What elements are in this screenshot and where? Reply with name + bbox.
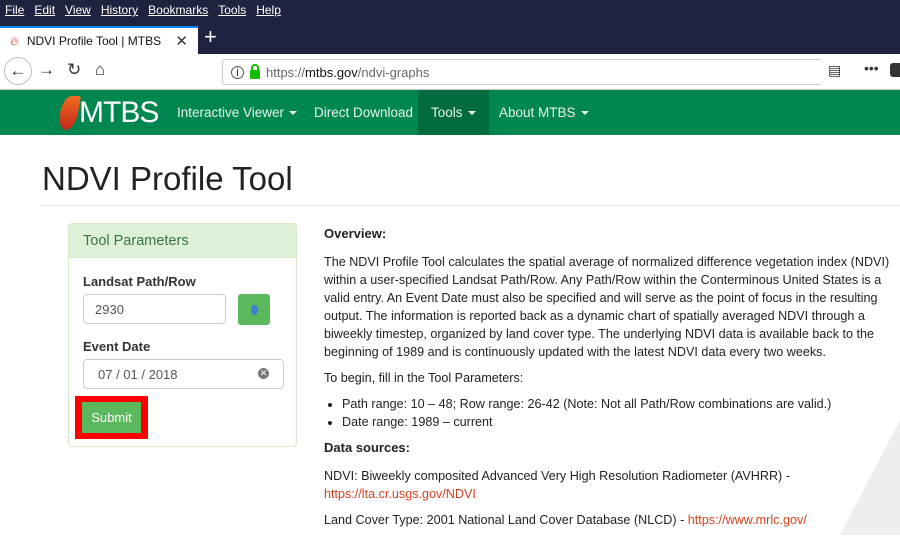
caret-down-icon xyxy=(467,111,476,116)
reload-button[interactable]: ↻ xyxy=(67,60,81,80)
address-bar[interactable]: i https://mtbs.gov/ndvi-graphs xyxy=(222,59,822,85)
path-row-input[interactable]: 2930 xyxy=(83,294,226,324)
tab-title: NDVI Profile Tool | MTBS xyxy=(26,34,162,48)
list-item: Path range: 10 – 48; Row range: 26-42 (N… xyxy=(342,395,899,413)
submit-button[interactable]: Submit xyxy=(82,402,141,433)
more-icon[interactable]: ••• xyxy=(864,60,879,76)
page-title: NDVI Profile Tool xyxy=(42,160,293,197)
close-tab-icon[interactable]: ✕ xyxy=(175,32,188,50)
logo-text: MTBS xyxy=(79,96,159,129)
event-date-label: Event Date xyxy=(83,339,151,354)
clear-icon[interactable]: ✕ xyxy=(258,368,269,379)
map-pin-icon xyxy=(250,304,258,315)
menu-bookmarks[interactable]: Bookmarks xyxy=(148,3,208,17)
nav-label: Interactive Viewer xyxy=(177,105,285,120)
path-row-label: Landsat Path/Row xyxy=(83,274,196,289)
info-icon[interactable]: i xyxy=(231,65,244,79)
date-value: 07 / 01 / 2018 xyxy=(98,367,178,382)
nav-about-mtbs[interactable]: About MTBS xyxy=(486,90,602,135)
nav-toolbar: ← → ↻ ⌂ i https://mtbs.gov/ndvi-graphs ▤… xyxy=(0,54,900,90)
ndvi-source-text: NDVI: Biweekly composited Advanced Very … xyxy=(324,469,790,483)
nlcd-link[interactable]: https://www.mrlc.gov/ xyxy=(688,513,807,527)
site-navbar: MTBS Interactive Viewer Direct Download … xyxy=(0,90,900,135)
flame-icon xyxy=(57,96,81,130)
event-date-input[interactable]: 07 / 01 / 2018 ✕ xyxy=(83,359,284,389)
panel-title: Tool Parameters xyxy=(69,224,296,258)
nav-label: Direct Download xyxy=(314,105,414,120)
ndvi-link[interactable]: https://lta.cr.usgs.gov/NDVI xyxy=(324,487,476,501)
caret-down-icon xyxy=(580,111,589,116)
caret-down-icon xyxy=(289,111,298,116)
menu-edit[interactable]: Edit xyxy=(34,3,55,17)
nav-label: About MTBS xyxy=(499,105,576,120)
begin-text: To begin, fill in the Tool Parameters: xyxy=(324,371,524,385)
pocket-icon[interactable] xyxy=(890,63,900,77)
new-tab-button[interactable]: + xyxy=(204,24,217,50)
browser-tab[interactable]: 🔥︎ NDVI Profile Tool | MTBS ✕ xyxy=(0,26,198,54)
favicon-icon: 🔥︎ xyxy=(10,33,19,48)
parameter-list: Path range: 10 – 48; Row range: 26-42 (N… xyxy=(342,395,899,431)
forward-button[interactable]: → xyxy=(38,60,55,80)
reader-view-icon[interactable]: ▤ xyxy=(828,62,841,79)
menu-view[interactable]: View xyxy=(65,3,91,17)
tool-parameters-panel: Tool Parameters Landsat Path/Row 2930 Ev… xyxy=(68,223,297,447)
back-button[interactable]: ← xyxy=(4,57,32,85)
overview-text: The NDVI Profile Tool calculates the spa… xyxy=(324,255,890,359)
home-button[interactable]: ⌂ xyxy=(95,60,105,80)
mtbs-logo[interactable]: MTBS xyxy=(57,92,159,134)
menu-bar: File Edit View History Bookmarks Tools H… xyxy=(0,0,900,20)
menu-help[interactable]: Help xyxy=(256,3,281,17)
overview-content: Overview: The NDVI Profile Tool calculat… xyxy=(324,225,899,537)
overview-heading: Overview: xyxy=(324,226,387,241)
list-item: Date range: 1989 – current xyxy=(342,413,899,431)
menu-history[interactable]: History xyxy=(101,3,138,17)
url-domain: mtbs.gov xyxy=(305,64,358,80)
url-path: /ndvi-graphs xyxy=(357,64,430,80)
map-pin-button[interactable] xyxy=(238,294,270,325)
nav-direct-download[interactable]: Direct Download xyxy=(301,90,426,135)
highlight-box: Submit xyxy=(75,396,148,439)
nav-tools[interactable]: Tools xyxy=(418,90,489,135)
landcover-source-text: Land Cover Type: 2001 National Land Cove… xyxy=(324,513,685,527)
menu-tools[interactable]: Tools xyxy=(218,3,246,17)
nav-interactive-viewer[interactable]: Interactive Viewer xyxy=(164,90,310,135)
nav-label: Tools xyxy=(431,105,463,120)
menu-file[interactable]: File xyxy=(5,3,24,17)
url-prefix: https:// xyxy=(266,64,306,80)
tab-bar: 🔥︎ NDVI Profile Tool | MTBS ✕ + xyxy=(0,20,900,54)
sources-heading: Data sources: xyxy=(324,440,410,455)
lock-icon xyxy=(250,63,260,79)
background-decoration xyxy=(840,420,900,535)
divider xyxy=(42,205,900,206)
